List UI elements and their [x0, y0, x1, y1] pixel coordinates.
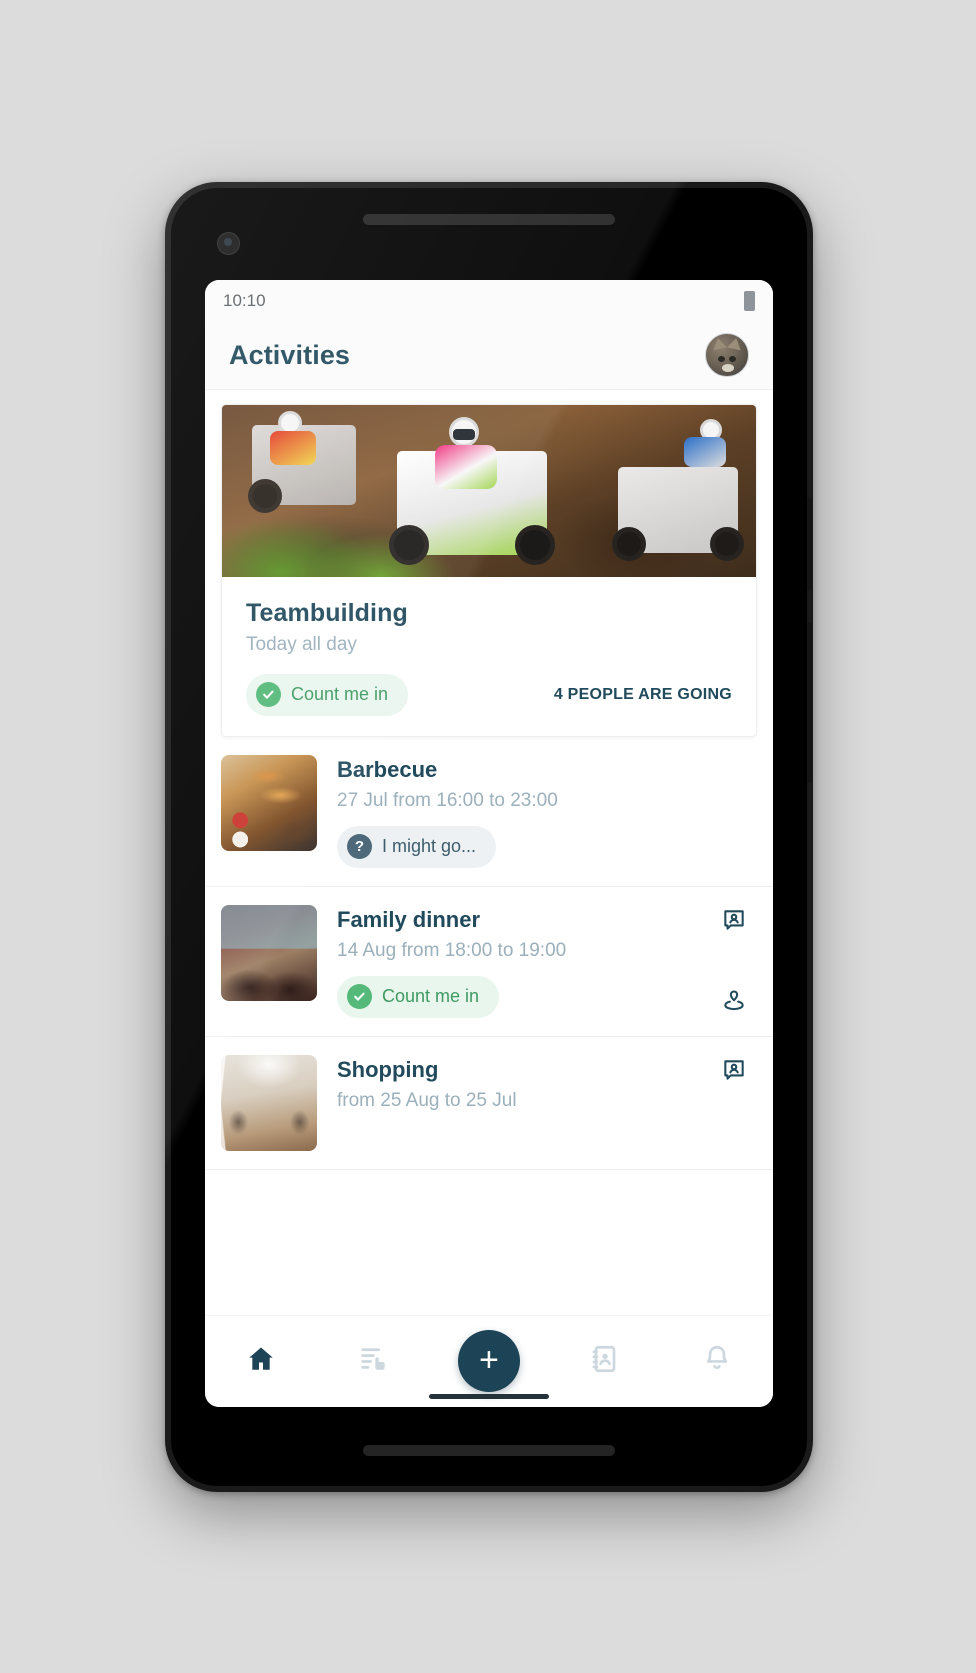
- activity-thumbnail: [221, 1054, 317, 1151]
- app-bar: Activities: [205, 321, 773, 390]
- add-activity-fab[interactable]: +: [457, 1330, 520, 1392]
- location-pin-icon[interactable]: [721, 988, 747, 1014]
- activity-row-actions: [717, 755, 751, 868]
- rsvp-chip-label: Count me in: [382, 986, 480, 1006]
- atv-wheel: [515, 524, 555, 565]
- activity-thumbnail: [221, 754, 317, 851]
- rsvp-chip-count-me-in[interactable]: Count me in: [337, 975, 500, 1018]
- volume-button[interactable]: [807, 622, 812, 783]
- activity-date: 14 Aug from 18:00 to 19:00: [337, 939, 567, 961]
- activity-details: Barbecue 27 Jul from 16:00 to 23:00 ? I …: [337, 755, 697, 868]
- check-circle-icon: [347, 984, 372, 1009]
- activity-row-barbecue[interactable]: Barbecue 27 Jul from 16:00 to 23:00 ? I …: [205, 737, 773, 887]
- phone-device: 10:10 Activities Teambuilding Today all …: [165, 181, 813, 1492]
- rsvp-chip-label: I might go...: [382, 836, 477, 856]
- activity-thumbnail: [221, 904, 317, 1001]
- rider-suit: [684, 436, 726, 467]
- atv-wheel: [389, 524, 429, 565]
- avatar[interactable]: [705, 333, 749, 377]
- phone-top-bezel: [171, 188, 807, 280]
- nav-item-polls[interactable]: [346, 1333, 402, 1389]
- atv-wheel: [612, 526, 646, 561]
- featured-activity-body: Teambuilding Today all day Count me in 4…: [222, 577, 756, 736]
- battery-icon: [744, 290, 755, 311]
- rsvp-chip-maybe[interactable]: ? I might go...: [337, 825, 497, 868]
- featured-activity-title: Teambuilding: [246, 598, 408, 627]
- plus-icon: +: [479, 1340, 499, 1379]
- atv-rear-right: [612, 466, 744, 561]
- bell-icon: [701, 1343, 733, 1380]
- phone-screen: 10:10 Activities Teambuilding Today all …: [205, 279, 773, 1407]
- home-indicator[interactable]: [429, 1393, 549, 1399]
- activity-row-actions: [717, 905, 751, 1018]
- activity-title: Shopping: [337, 1056, 439, 1082]
- power-button[interactable]: [807, 497, 812, 590]
- atv-wheel: [710, 526, 744, 561]
- home-icon: [245, 1343, 277, 1380]
- avatar-eye-right: [729, 356, 736, 362]
- rider-suit: [435, 444, 497, 489]
- featured-activity-image: [222, 404, 756, 577]
- activities-scroll-area[interactable]: Teambuilding Today all day Count me in 4…: [205, 389, 773, 1315]
- phone-body: 10:10 Activities Teambuilding Today all …: [171, 187, 812, 1486]
- activity-row-actions: [717, 1055, 751, 1151]
- nav-item-notifications[interactable]: [689, 1333, 745, 1389]
- activity-rsvp: Count me in: [337, 975, 697, 1018]
- address-book-icon: [588, 1343, 620, 1380]
- featured-activity-date: Today all day: [246, 633, 357, 655]
- activity-date: 27 Jul from 16:00 to 23:00: [337, 789, 558, 811]
- activity-rsvp: ? I might go...: [337, 825, 697, 868]
- rsvp-chip-label: Count me in: [291, 684, 389, 704]
- attendees-count-label: 4 PEOPLE ARE GOING: [553, 685, 732, 703]
- status-bar: 10:10: [205, 279, 773, 322]
- activity-date: from 25 Aug to 25 Jul: [337, 1089, 517, 1111]
- front-camera-icon: [217, 231, 240, 255]
- contact-card-icon[interactable]: [721, 1057, 747, 1083]
- activity-details: Shopping from 25 Aug to 25 Jul: [337, 1055, 697, 1112]
- activity-title: Family dinner: [337, 906, 481, 932]
- nav-item-contacts[interactable]: [576, 1333, 632, 1389]
- featured-activity-card[interactable]: Teambuilding Today all day Count me in 4…: [221, 403, 757, 737]
- rider-suit: [270, 430, 316, 465]
- featured-activity-footer: Count me in 4 PEOPLE ARE GOING: [246, 673, 732, 716]
- activity-title: Barbecue: [337, 756, 438, 782]
- activity-details: Family dinner 14 Aug from 18:00 to 19:00…: [337, 905, 697, 1018]
- check-circle-icon: [256, 682, 281, 707]
- rider-visor: [453, 428, 475, 440]
- bottom-navigation-bar: +: [205, 1314, 773, 1407]
- avatar-muzzle: [722, 364, 734, 372]
- rsvp-chip-count-me-in[interactable]: Count me in: [246, 673, 409, 716]
- avatar-eye-left: [718, 356, 725, 362]
- screenshot-stage: 10:10 Activities Teambuilding Today all …: [0, 0, 976, 1673]
- atv-wheel: [248, 478, 282, 513]
- activity-row-shopping[interactable]: Shopping from 25 Aug to 25 Jul: [205, 1037, 773, 1170]
- status-time: 10:10: [223, 290, 266, 310]
- contact-card-icon[interactable]: [721, 907, 747, 933]
- earpiece-speaker: [363, 213, 615, 225]
- nav-item-home[interactable]: [233, 1333, 289, 1389]
- bottom-speaker: [363, 1444, 615, 1456]
- question-circle-icon: ?: [347, 834, 372, 859]
- page-title: Activities: [229, 339, 351, 370]
- activity-row-family-dinner[interactable]: Family dinner 14 Aug from 18:00 to 19:00…: [205, 887, 773, 1037]
- poll-vote-icon: [358, 1343, 390, 1380]
